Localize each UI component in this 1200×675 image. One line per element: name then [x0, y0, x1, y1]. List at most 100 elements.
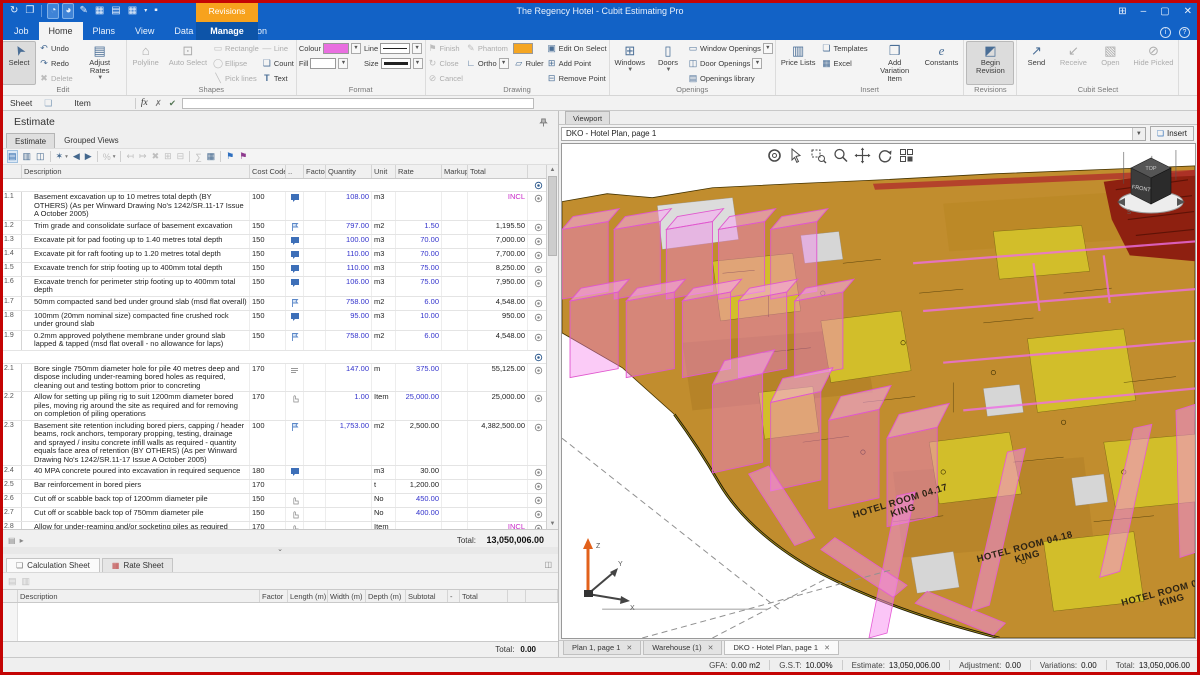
calc-tool-icon-2[interactable]: ▥ [22, 576, 31, 587]
dropdown-arrow-icon[interactable]: ▼ [413, 58, 423, 69]
cancel-edit-icon[interactable]: ✗ [155, 98, 162, 109]
column-header-[interactable]: - [448, 590, 460, 602]
table-row[interactable]: 1.3Excavate pit for pad footing up to 1.… [2, 235, 546, 249]
plan-tab-warehouse-1[interactable]: Warehouse (1)✕ [643, 641, 722, 655]
add-variation-item-button[interactable]: ❒Add Variation Item [871, 41, 919, 85]
flag-blue-icon[interactable]: ⚑ [226, 151, 234, 162]
open-button[interactable]: ▧Open [1093, 41, 1127, 85]
delete-row-icon[interactable]: ✖ [152, 151, 160, 162]
column-header-width-m[interactable]: Width (m) [328, 590, 366, 602]
indent-icon[interactable]: ↦ [139, 151, 147, 162]
flag-purple-icon[interactable]: ⚑ [239, 151, 247, 162]
vertical-scrollbar[interactable]: ▲ ▼ [546, 165, 558, 529]
column-header-markup[interactable]: Markup [442, 165, 468, 178]
close-tab-icon[interactable]: ✕ [708, 644, 714, 652]
column-header-description[interactable]: Description [18, 590, 260, 602]
count-button[interactable]: ❑Count [262, 58, 294, 69]
finish-button[interactable]: ⚑Finish [428, 43, 460, 54]
column-header-length-m[interactable]: Length (m) [288, 590, 328, 602]
column-header[interactable] [508, 590, 526, 602]
eye-icon[interactable] [528, 522, 546, 529]
table-row[interactable]: 1.2Trim grade and consolidate surface of… [2, 221, 546, 235]
fx-icon[interactable]: fx [141, 98, 148, 108]
ellipse-button[interactable]: ◯Ellipse [213, 58, 247, 69]
close-button[interactable]: ✕ [1184, 6, 1192, 17]
eye-icon[interactable] [528, 351, 546, 363]
close-tab-icon[interactable]: ✕ [626, 644, 632, 652]
column-header-factor[interactable]: Factor [260, 590, 288, 602]
group-row[interactable]: 1◢Ground Works42,142.00 [2, 179, 546, 192]
fill-picker-swatch[interactable] [310, 58, 336, 69]
colour-picker[interactable]: Colour▼ [299, 43, 361, 54]
polyline-button[interactable]: ⌂Polyline [129, 41, 163, 85]
table-row[interactable]: 2.6Cut off or scabble back top of 1200mm… [2, 494, 546, 508]
adjust-rates-button[interactable]: ▤Adjust Rates▼ [76, 41, 124, 85]
line-style-picker-sample[interactable] [380, 43, 410, 54]
column-header-cost-codes[interactable]: Cost Codes [250, 165, 286, 178]
insert-row-icon[interactable]: ⊞ [164, 151, 172, 162]
table-row[interactable]: 1.5Excavate trench for strip footing up … [2, 263, 546, 277]
table-row[interactable]: 1.4Excavate pit for raft footing up to 1… [2, 249, 546, 263]
viewport-tab[interactable]: Viewport [565, 111, 610, 124]
eye-icon[interactable] [528, 235, 546, 248]
table-row[interactable]: 2.8Allow for under-reaming and/or socket… [2, 522, 546, 529]
copy-icon[interactable]: ❐ [23, 4, 36, 18]
line-size-picker-sample[interactable] [381, 58, 411, 69]
redo-button[interactable]: ↷Redo [39, 58, 69, 69]
dropdown-arrow-icon[interactable]: ▼ [412, 43, 422, 54]
zoom-window-icon[interactable] [810, 146, 828, 164]
pick-lines-button[interactable]: ╲Pick lines [213, 73, 257, 84]
group-row[interactable]: 2◢Piling - Bored Piers4,462,625.00 [2, 351, 546, 364]
price-lists-button[interactable]: ▥Price Lists [778, 41, 819, 85]
constants-button[interactable]: eConstants [922, 41, 962, 85]
tab-home[interactable]: Home [39, 22, 83, 40]
ruler-button[interactable]: ▱Ruler [514, 58, 544, 69]
line-button[interactable]: —Line [262, 43, 288, 53]
openings-library-button[interactable]: ▤Openings library [688, 73, 755, 84]
eye-icon[interactable] [528, 480, 546, 493]
eye-icon[interactable] [528, 179, 546, 191]
column-header-[interactable]: .. [286, 165, 304, 178]
table-row[interactable]: 1.90.2mm approved polythene membrane und… [2, 331, 546, 351]
select-button[interactable]: ➤Select [2, 41, 36, 85]
eye-icon[interactable] [528, 263, 546, 276]
column-header-unit[interactable]: Unit [372, 165, 396, 178]
column-header[interactable] [2, 165, 22, 178]
dropdown-arrow-icon[interactable]: ▾ [65, 154, 68, 160]
viewports-icon[interactable] [898, 146, 916, 164]
tab-estimate[interactable]: Estimate [6, 133, 55, 148]
dropdown-arrow-icon[interactable]: ▼ [763, 43, 773, 54]
insert-plan-button[interactable]: ❏ Insert [1150, 126, 1194, 141]
add-point-button[interactable]: ⊞Add Point [547, 58, 592, 69]
expand-icon[interactable]: ◢ [24, 183, 29, 189]
doors-button[interactable]: ▯Doors▼ [651, 41, 685, 85]
line-style-picker[interactable]: Line▼ [364, 43, 422, 54]
pan-icon[interactable] [854, 146, 872, 164]
phantom-colour-swatch[interactable] [513, 43, 533, 54]
sheet-icon[interactable]: ❏ [44, 98, 52, 109]
est-view-split-icon[interactable]: ◫ [36, 151, 45, 162]
est-view-group-icon[interactable]: ▥ [23, 151, 32, 162]
column-header-description[interactable]: Description [22, 165, 250, 178]
eye-icon[interactable] [528, 192, 546, 220]
column-header[interactable] [2, 590, 18, 602]
edit-on-select-button[interactable]: ▣Edit On Select [547, 43, 607, 54]
line-size-picker[interactable]: Size▼ [364, 58, 423, 69]
eye-icon[interactable] [528, 311, 546, 330]
maximize-button[interactable]: ▢ [1160, 6, 1169, 17]
send-button[interactable]: ↗Send [1019, 41, 1053, 85]
tab-job[interactable]: Job [4, 22, 39, 40]
column-header-total[interactable]: Total [468, 165, 528, 178]
table-row[interactable]: 2.7Cut off or scabble back top of 750mm … [2, 508, 546, 522]
eye-icon[interactable] [528, 249, 546, 262]
eye-icon[interactable] [528, 364, 546, 392]
table-row[interactable]: 1.8100mm (20mm nominal size) compacted f… [2, 311, 546, 331]
markup-icon[interactable]: % [103, 152, 111, 162]
excel-button[interactable]: ▦Excel [821, 58, 851, 69]
tab-grouped-views[interactable]: Grouped Views [56, 133, 127, 148]
more-icon[interactable]: ▪ [152, 4, 160, 18]
dropdown-arrow-icon[interactable]: ▾ [113, 154, 116, 160]
orbit-icon[interactable] [876, 146, 894, 164]
plan-3d-model[interactable]: HOTEL ROOM 04.17KINGHOTEL ROOM 04.18KING… [562, 144, 1195, 638]
est-view-sheet-icon[interactable]: ▤ [7, 150, 18, 163]
